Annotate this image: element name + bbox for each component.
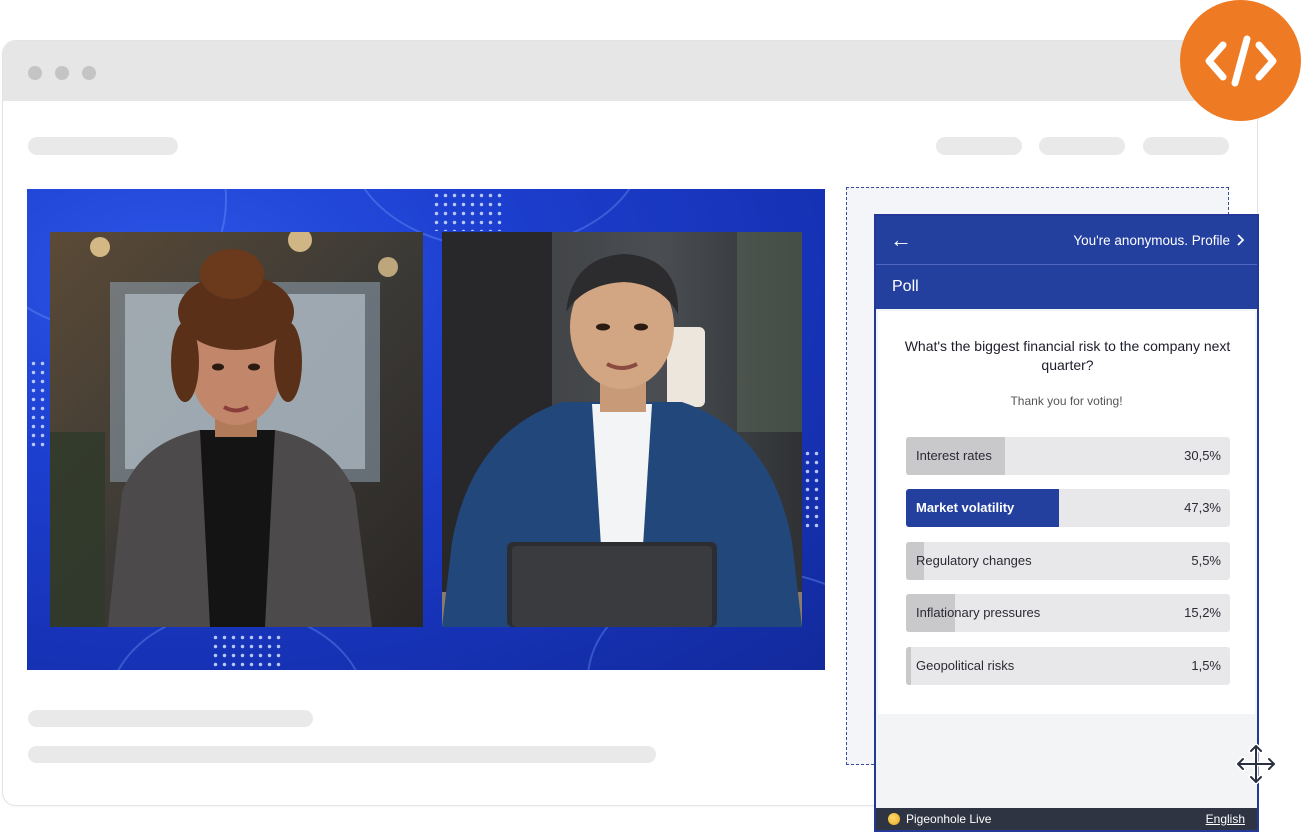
language-selector[interactable]: English (1206, 812, 1245, 826)
arrow-left-icon[interactable]: ← (890, 229, 912, 251)
decor-dots (432, 191, 502, 231)
video-tile-participant-2[interactable] (442, 232, 802, 627)
skeleton-nav-item (936, 137, 1022, 155)
code-icon (1205, 35, 1276, 86)
window-dot-maximize[interactable] (82, 66, 96, 80)
poll-option-label: Market volatility (916, 500, 1015, 515)
decor-dots (803, 449, 823, 529)
window-dot-close[interactable] (28, 66, 42, 80)
poll-option[interactable]: Inflationary pressures 15,2% (906, 594, 1230, 632)
poll-option[interactable]: Regulatory changes 5,5% (906, 542, 1230, 580)
video-stage[interactable] (27, 189, 825, 670)
anonymous-status-text: You're anonymous. Profile (1073, 232, 1230, 248)
browser-toolbar (3, 41, 1257, 101)
poll-option-percent: 1,5% (1191, 658, 1221, 673)
poll-option-percent: 47,3% (1184, 500, 1221, 515)
widget-footer: Pigeonhole Live English (876, 808, 1257, 830)
skeleton-text-line (28, 746, 656, 763)
participant-1-video (50, 232, 423, 627)
skeleton-page-title (28, 137, 178, 155)
section-header: Poll (876, 265, 1257, 309)
brand-name: Pigeonhole Live (906, 812, 992, 826)
video-tile-participant-1[interactable] (50, 232, 423, 627)
embed-code-badge[interactable] (1180, 0, 1301, 121)
poll-option-percent: 30,5% (1184, 448, 1221, 463)
poll-option[interactable]: Interest rates 30,5% (906, 437, 1230, 475)
widget-header: ← You're anonymous. Profile (876, 216, 1257, 264)
poll-option[interactable]: Market volatility 47,3% (906, 489, 1230, 527)
poll-question: What's the biggest financial risk to the… (904, 338, 1231, 373)
poll-option-label: Inflationary pressures (916, 605, 1041, 620)
move-icon[interactable] (1234, 742, 1278, 786)
profile-link[interactable]: You're anonymous. Profile (1073, 233, 1245, 248)
skeleton-nav-item (1039, 137, 1125, 155)
decor-dots (29, 359, 49, 449)
window-dot-minimize[interactable] (55, 66, 69, 80)
poll-option[interactable]: Geopolitical risks 1,5% (906, 647, 1230, 685)
brand[interactable]: Pigeonhole Live (888, 812, 991, 826)
poll-widget[interactable]: ← You're anonymous. Profile Poll What's … (874, 214, 1259, 832)
decor-dots (211, 633, 281, 670)
skeleton-nav-item (1143, 137, 1229, 155)
poll-card: What's the biggest financial risk to the… (878, 311, 1255, 714)
skeleton-text-line (28, 710, 313, 727)
pigeonhole-logo-icon (888, 813, 900, 825)
chevron-right-icon (1237, 234, 1245, 246)
poll-option-label: Geopolitical risks (916, 658, 1015, 673)
poll-option-label: Interest rates (916, 448, 992, 463)
participant-2-video (442, 232, 802, 627)
poll-option-percent: 15,2% (1184, 605, 1221, 620)
poll-status: Thank you for voting! (1010, 394, 1123, 408)
poll-option-percent: 5,5% (1191, 553, 1221, 568)
poll-option-label: Regulatory changes (916, 553, 1032, 568)
section-title: Poll (892, 278, 919, 295)
poll-option-bar (906, 647, 911, 685)
